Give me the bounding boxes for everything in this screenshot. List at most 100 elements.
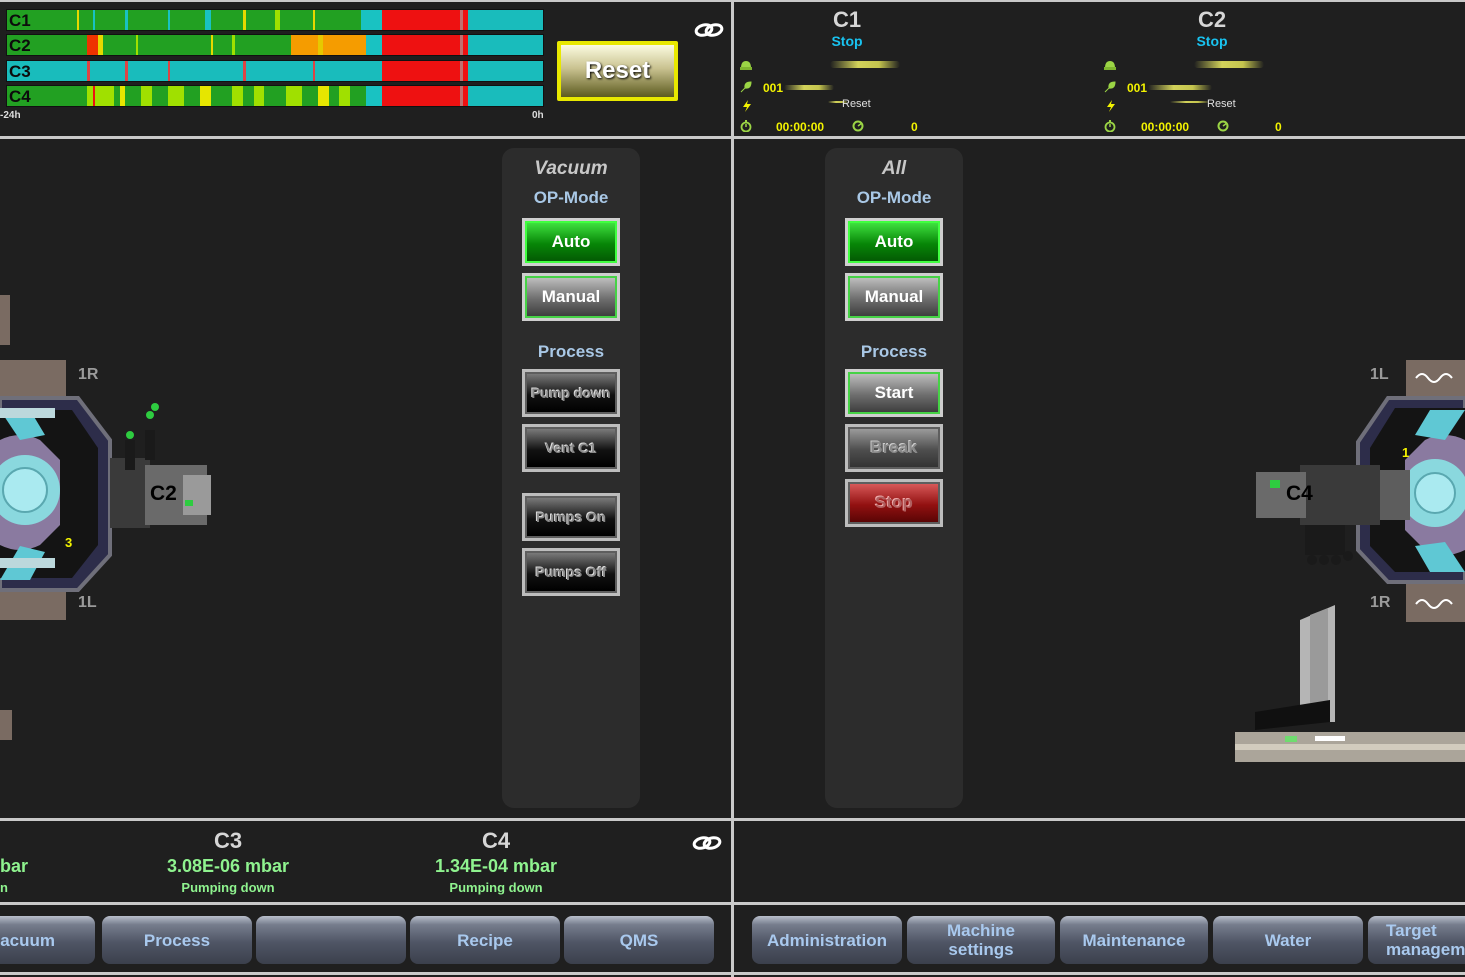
timeline-segment xyxy=(167,61,171,81)
nav-maintenance-button[interactable]: Maintenance xyxy=(1060,916,1208,964)
nav-recipe-button[interactable]: Recipe xyxy=(410,916,560,964)
timeline-segment xyxy=(382,35,468,55)
timeline-segment xyxy=(459,61,463,81)
timeline-row-label: C2 xyxy=(9,36,31,55)
status-smear xyxy=(784,85,834,90)
status-smear xyxy=(1194,61,1264,68)
nav-machine-settings-button[interactable]: Machine settings xyxy=(907,916,1055,964)
opmode-label: OP-Mode xyxy=(533,188,609,207)
timeline-segment xyxy=(98,35,104,55)
stopwatch-icon xyxy=(1104,120,1116,132)
timeline-segment xyxy=(366,35,383,55)
timeline-row-c4: C4 xyxy=(6,85,544,107)
timeline-axis-start: -24h xyxy=(0,110,21,121)
link-icon[interactable] xyxy=(692,833,722,853)
timeline-segment xyxy=(467,86,543,106)
manual-mode-button[interactable]: Manual xyxy=(522,273,620,321)
vent-c1-button[interactable]: Vent C1 xyxy=(522,424,620,472)
link-icon[interactable] xyxy=(694,20,724,40)
action-label: Reset xyxy=(842,98,871,110)
nav-blank-button[interactable] xyxy=(256,916,406,964)
cycle-count: 0 xyxy=(911,120,918,134)
pumps-off-button[interactable]: Pumps Off xyxy=(522,548,620,596)
timeline-axis-end: 0h xyxy=(532,110,544,121)
auto-mode-button[interactable]: Auto xyxy=(845,218,943,266)
timeline-segment xyxy=(467,61,543,81)
pressure-value: 3.08E-06 mbar xyxy=(166,856,290,876)
timeline-segment xyxy=(119,86,125,106)
timeline-row-label: C1 xyxy=(9,11,31,30)
right-machine-diagram[interactable] xyxy=(1230,350,1465,770)
nav-process-button[interactable]: Process xyxy=(102,916,252,964)
recipe-number: 001 xyxy=(1127,81,1148,95)
pump-down-button[interactable]: Pump down xyxy=(522,369,620,417)
timeline-segment xyxy=(141,86,152,106)
timeline-segment xyxy=(7,86,367,106)
chamber-name: C2 xyxy=(1197,7,1227,32)
pressure-chamber-name: C4 xyxy=(481,828,511,853)
lightning-icon xyxy=(1107,100,1115,112)
vacuum-control-panel: Vacuum OP-Mode Auto Manual Process Pump … xyxy=(502,148,640,808)
hat-icon xyxy=(740,61,752,70)
left-machine-chamber-label: C2 xyxy=(150,482,177,505)
all-control-panel: All OP-Mode Auto Manual Process Start Br… xyxy=(825,148,963,808)
nav-qms-button[interactable]: QMS xyxy=(564,916,714,964)
status-smear xyxy=(1170,101,1210,103)
elapsed-time: 00:00:00 xyxy=(1141,120,1190,134)
center-divider xyxy=(731,0,734,977)
timeline-segment xyxy=(360,10,383,30)
pressure-status: Pumping down xyxy=(449,880,543,895)
timeline-segment xyxy=(87,35,99,55)
pumps-on-button[interactable]: Pumps On xyxy=(522,493,620,541)
timeline-segment xyxy=(312,61,316,81)
timeline-segment xyxy=(210,35,214,55)
left-machine-number-label: 3 xyxy=(65,535,73,550)
timeline-segment xyxy=(459,10,463,30)
timeline-segment xyxy=(205,10,211,30)
timeline-row-label: C3 xyxy=(9,62,31,81)
timeline-segment xyxy=(467,10,543,30)
start-button[interactable]: Start xyxy=(845,369,943,417)
nav-vacuum-button[interactable]: acuum xyxy=(0,916,95,964)
timeline-segment xyxy=(291,35,367,55)
nav-administration-button[interactable]: Administration xyxy=(752,916,902,964)
leaf-icon xyxy=(1104,81,1116,93)
pressure-value: 1.34E-04 mbar xyxy=(434,856,558,876)
timeline-segment xyxy=(87,86,115,106)
timeline-segment xyxy=(382,86,468,106)
timeline-segment xyxy=(317,86,329,106)
pressure-status: Pumping down xyxy=(181,880,275,895)
timeline-segment xyxy=(242,61,246,81)
cycle-count: 0 xyxy=(1275,120,1282,134)
right-machine-1r-label: 1R xyxy=(1370,594,1391,611)
machine-control-screen: C1 C2 C3 C4 -24h 0h Reset C1 Stop 001 Reset… xyxy=(0,0,1465,977)
hat-icon xyxy=(1104,61,1116,70)
timeline-row-label: C4 xyxy=(9,87,31,106)
timeline-segment xyxy=(339,86,351,106)
status-smear xyxy=(830,61,900,68)
timeline-segment xyxy=(167,86,184,106)
lightning-icon xyxy=(743,100,751,112)
timeline-segment xyxy=(7,61,383,81)
timeline-segment xyxy=(317,35,324,55)
right-machine-chamber-label: C4 xyxy=(1286,482,1313,505)
pressure-status: n xyxy=(0,880,8,895)
manual-mode-button[interactable]: Manual xyxy=(845,273,943,321)
right-machine-1l-label: 1L xyxy=(1370,366,1389,383)
timeline-row-c3: C3 xyxy=(6,60,544,82)
process-label: Process xyxy=(537,342,605,361)
timeline-segment xyxy=(285,86,302,106)
timeline-segment xyxy=(199,86,211,106)
left-machine-diagram[interactable] xyxy=(0,290,220,770)
timeline-segment xyxy=(92,10,96,30)
break-button[interactable]: Break xyxy=(845,424,943,472)
timeline-segment xyxy=(366,86,383,106)
nav-target-management-button[interactable]: Target managem xyxy=(1368,916,1465,964)
auto-mode-button[interactable]: Auto xyxy=(522,218,620,266)
cycle-icon xyxy=(852,120,864,132)
reset-button[interactable]: Reset xyxy=(557,41,678,101)
timeline-segment xyxy=(124,10,128,30)
nav-water-button[interactable]: Water xyxy=(1213,916,1363,964)
status-smear xyxy=(1148,85,1212,90)
stop-button[interactable]: Stop xyxy=(845,479,943,527)
